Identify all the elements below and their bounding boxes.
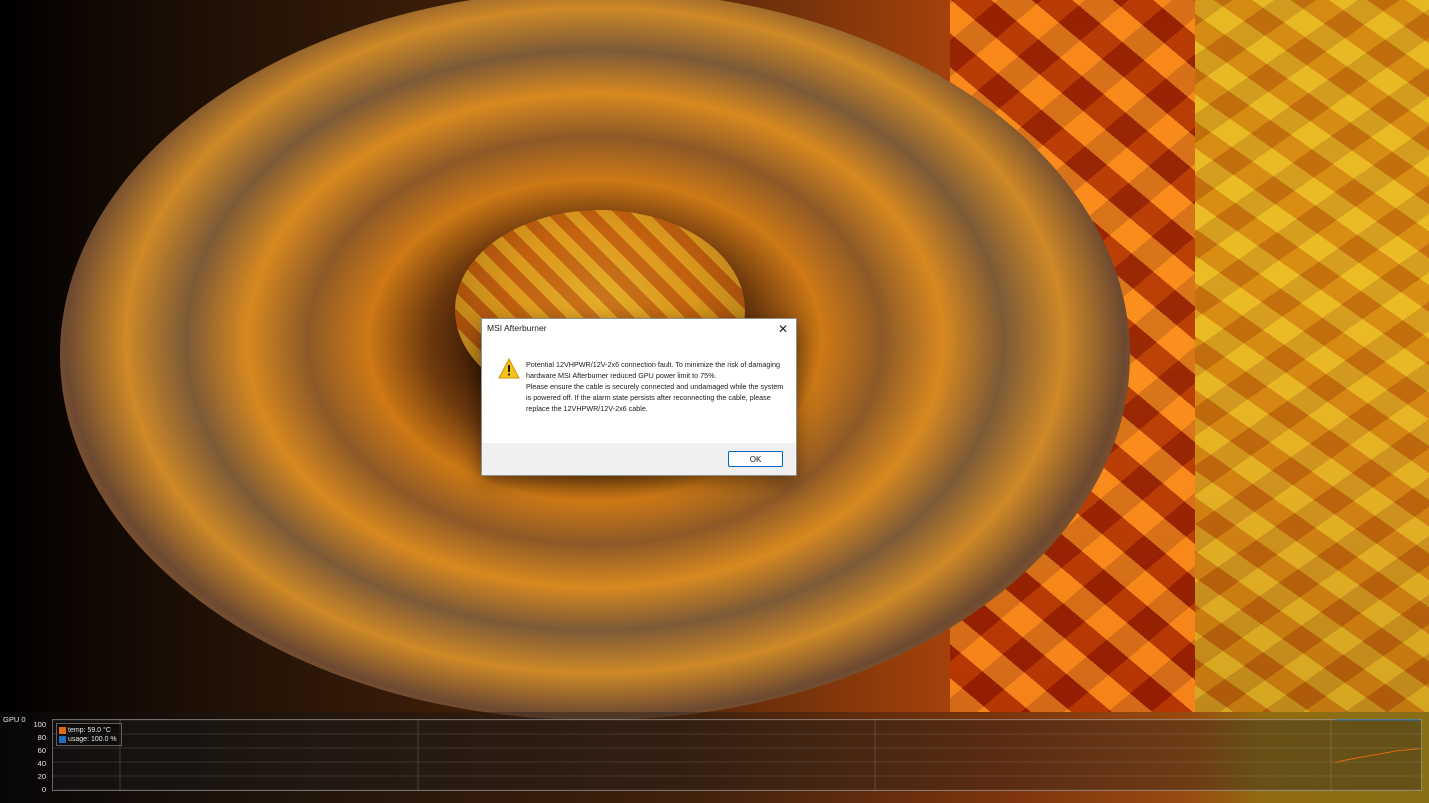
warning-icon: [498, 358, 520, 379]
legend-item-usage: usage: 100.0 %: [59, 735, 117, 744]
alert-dialog: MSI Afterburner ✕ Potential 12VHPWR/12V-…: [481, 318, 797, 476]
dialog-footer: OK: [482, 443, 796, 475]
y-tick-label: 40: [37, 759, 46, 768]
message-paragraph-1: Potential 12VHPWR/12V-2x6 connection fau…: [526, 360, 780, 380]
message-paragraph-2: Please ensure the cable is securely conn…: [526, 382, 784, 413]
ok-button[interactable]: OK: [728, 451, 783, 467]
y-tick-label: 100: [33, 720, 46, 729]
graph-legend: temp: 59.0 °C usage: 100.0 %: [56, 723, 122, 746]
plot-canvas: [52, 719, 1422, 791]
legend-label-temp: temp: 59.0 °C: [68, 727, 111, 734]
legend-swatch-temp: [59, 726, 66, 734]
y-tick-label: 20: [37, 772, 46, 781]
legend-label-usage: usage: 100.0 %: [68, 736, 117, 743]
legend-swatch-usage: [59, 735, 66, 743]
wallpaper-right-panel: [1195, 0, 1429, 712]
series-line-temp: [1334, 748, 1421, 764]
legend-item-temp: temp: 59.0 °C: [59, 726, 111, 735]
dialog-body: Potential 12VHPWR/12V-2x6 connection fau…: [482, 339, 796, 443]
dialog-titlebar[interactable]: MSI Afterburner ✕: [482, 319, 796, 339]
close-icon[interactable]: ✕: [774, 320, 792, 338]
y-tick-label: 80: [37, 733, 46, 742]
dialog-title: MSI Afterburner: [487, 323, 547, 333]
y-tick-label: 0: [41, 785, 46, 794]
y-tick-label: 60: [37, 746, 46, 755]
dialog-message: Potential 12VHPWR/12V-2x6 connection fau…: [526, 359, 784, 414]
